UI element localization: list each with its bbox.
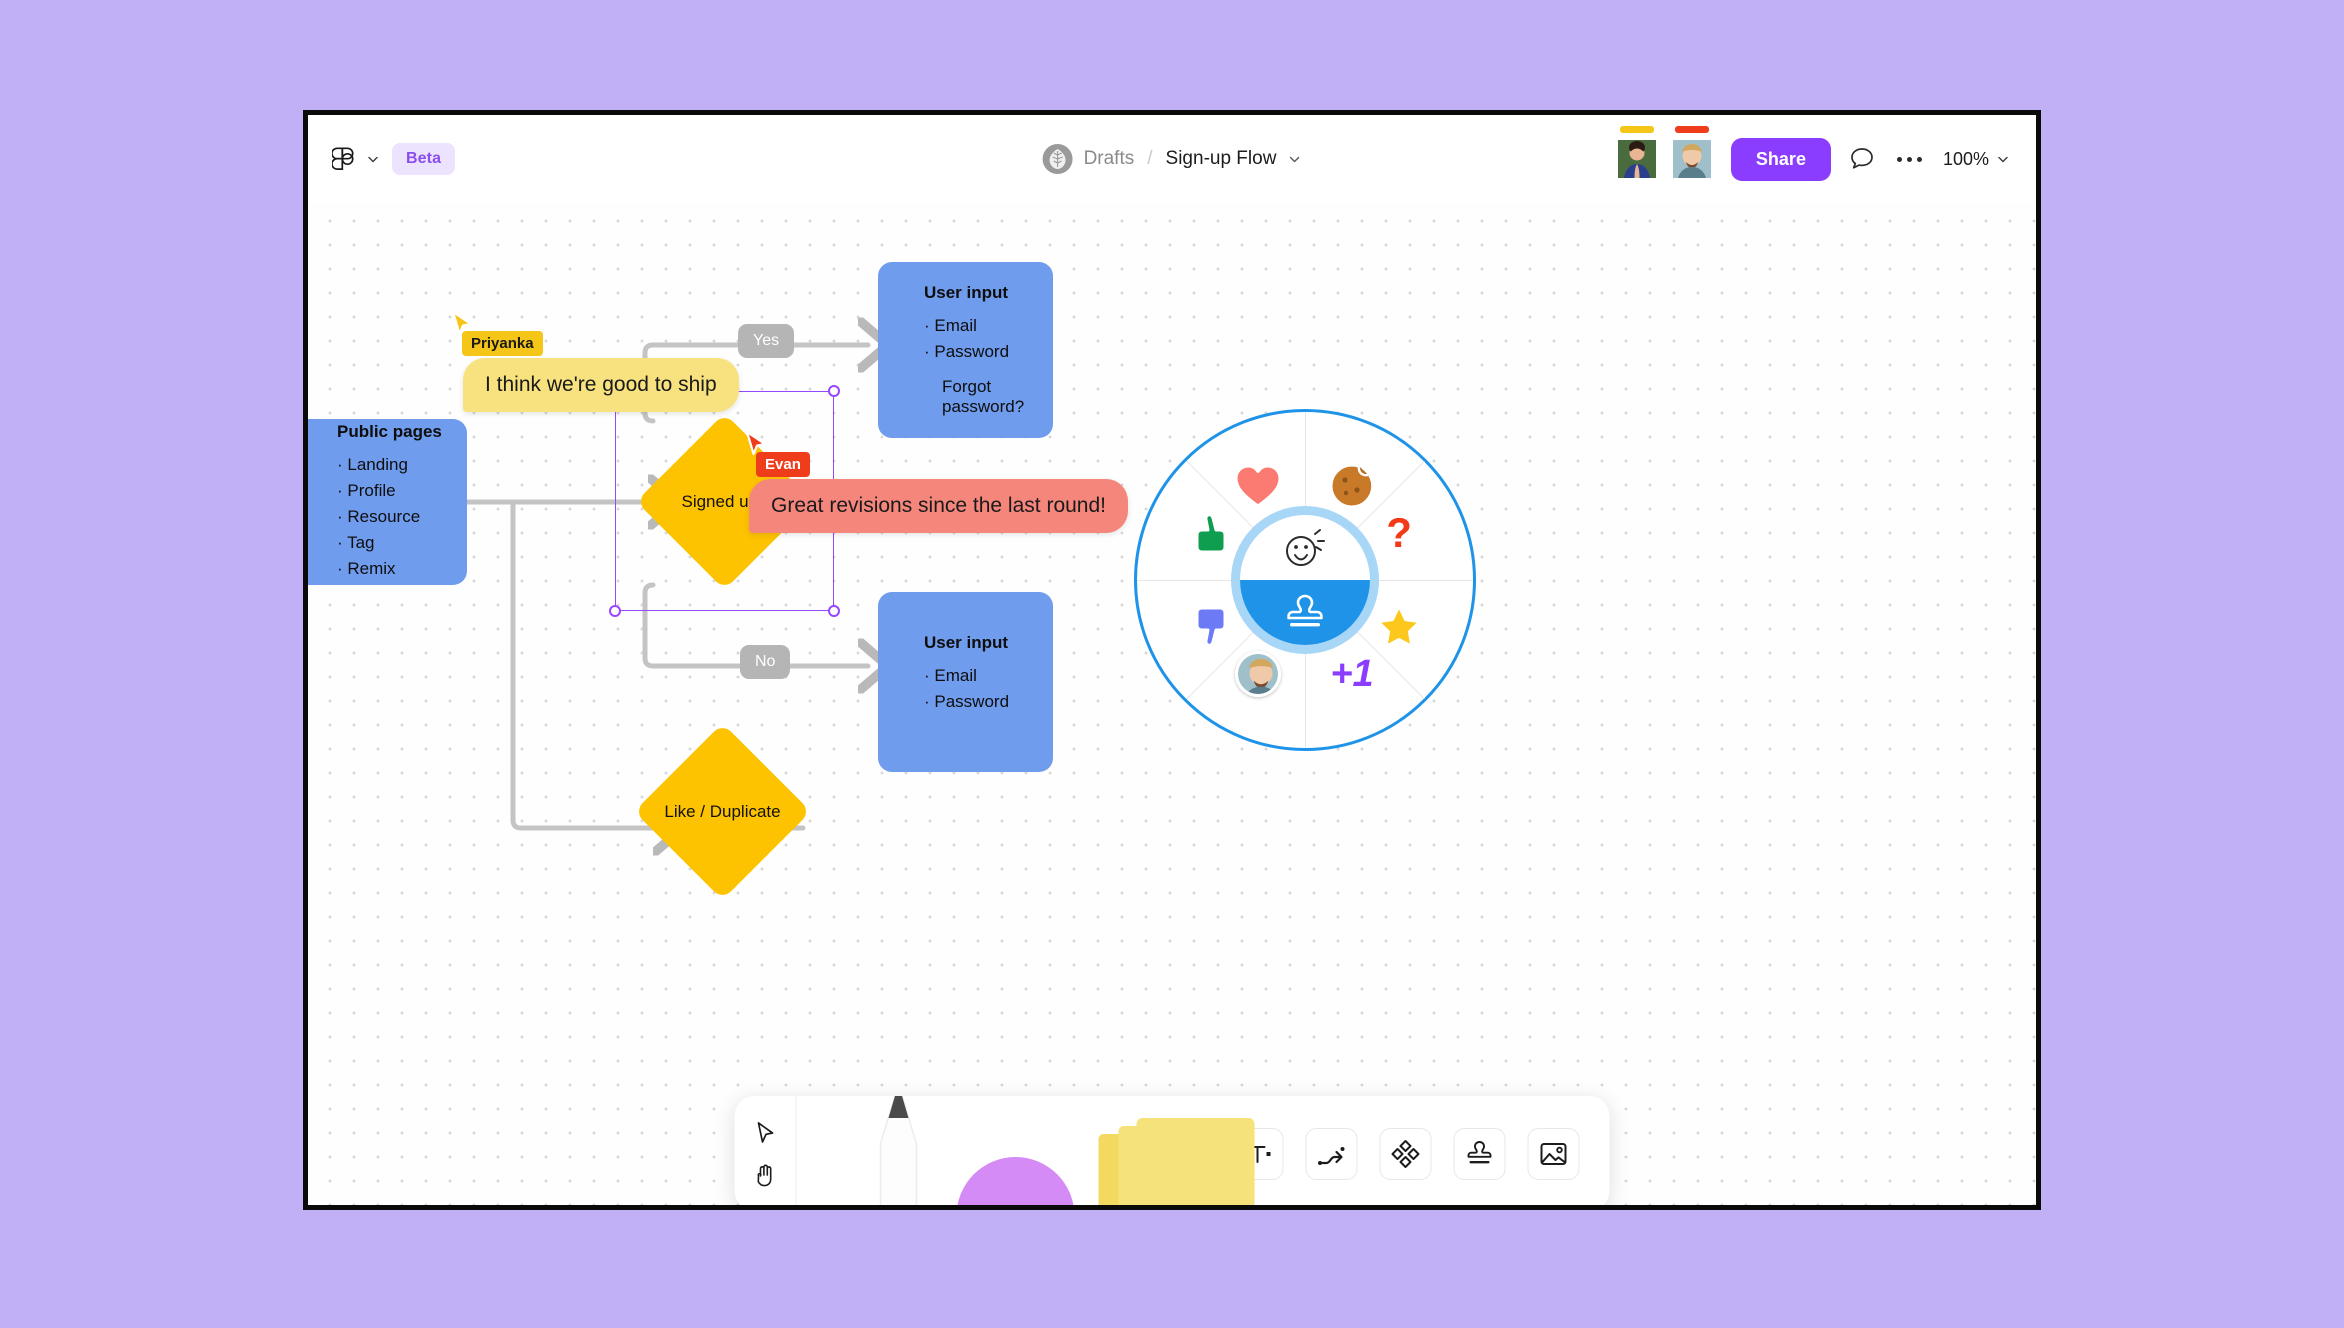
avatar[interactable] [1672, 126, 1711, 178]
more-options-icon[interactable] [1893, 156, 1926, 162]
hand-icon[interactable] [752, 1162, 778, 1188]
edge-label-yes[interactable]: Yes [738, 324, 795, 358]
list-item: Profile [337, 478, 420, 504]
connector-arrow-icon[interactable] [1305, 1127, 1358, 1180]
share-button[interactable]: Share [1730, 137, 1831, 181]
toolbar-creators [797, 1096, 1255, 1205]
node-title: User input [924, 633, 1009, 652]
list-item: Password [924, 689, 1009, 715]
reaction-wheel[interactable]: ? +1 [1134, 409, 1476, 751]
zoom-level-label: 100% [1942, 148, 1989, 169]
node-like-duplicate[interactable]: Like / Duplicate [634, 723, 811, 900]
node-user-input-bottom[interactable]: User input Email Password [878, 592, 1053, 772]
sticky-note-icon[interactable] [1097, 1112, 1257, 1205]
node-title: User input [924, 282, 1009, 302]
reaction-thumbs-down-icon[interactable] [1182, 598, 1240, 656]
list-item: Remix [337, 556, 420, 582]
node-public-pages[interactable]: Public pages Landing Profile Resource Ta… [308, 419, 467, 585]
leaf-avatar-icon [1042, 144, 1073, 174]
node-list: Landing Profile Resource Tag Remix [337, 452, 420, 581]
forgot-password-label[interactable]: Forgot password? [942, 377, 1053, 417]
list-item: Landing [337, 452, 420, 478]
stamp-tool-icon[interactable] [1453, 1127, 1506, 1180]
pen-tool-icon[interactable] [865, 1096, 933, 1205]
canvas[interactable]: Public pages Landing Profile Resource Ta… [308, 203, 2036, 1205]
breadcrumb-separator: / [1147, 148, 1153, 169]
cursor-arrow-icon[interactable] [752, 1120, 778, 1146]
reaction-wheel-center[interactable] [1231, 506, 1379, 654]
toolbar-modes [735, 1096, 797, 1205]
node-label: Like / Duplicate [664, 801, 781, 821]
topbar-right-group: Share 100% [1617, 115, 2010, 203]
list-item: Tag [337, 530, 420, 556]
breadcrumb-file-name[interactable]: Sign-up Flow [1166, 148, 1277, 170]
cursor-label-priyanka: Priyanka [462, 331, 543, 356]
comment-bubble-evan[interactable]: Great revisions since the last round! [749, 479, 1128, 533]
list-item: Password [924, 339, 1009, 365]
breadcrumb-project[interactable]: Drafts [1084, 148, 1135, 170]
avatar[interactable] [1617, 126, 1656, 178]
list-item: Resource [337, 504, 420, 530]
node-list: Email Password [924, 313, 1009, 365]
stamp-icon[interactable] [1240, 580, 1370, 645]
smiley-face-icon[interactable] [1240, 515, 1370, 580]
node-title: Public pages [337, 422, 442, 442]
comment-bubble-icon[interactable] [1848, 145, 1876, 173]
figjam-window: Beta Drafts / Sign-up Flow Share 100% Pu… [303, 110, 2041, 1210]
list-item: Email [924, 313, 1009, 339]
comment-bubble-priyanka[interactable]: I think we're good to ship [463, 358, 739, 412]
figma-logo-icon[interactable] [332, 143, 354, 175]
reaction-plus-one-icon[interactable]: +1 [1323, 645, 1381, 703]
node-user-input-top[interactable]: User input Email Password Forgot passwor… [878, 262, 1053, 438]
toolbar-icon-group [1224, 1096, 1610, 1205]
reaction-thumbs-up-icon[interactable] [1182, 504, 1240, 562]
chevron-down-icon[interactable] [1287, 152, 1301, 166]
topbar-left-group: Beta [332, 115, 456, 203]
circle-shape-icon[interactable] [956, 1157, 1075, 1205]
bottom-toolbar [734, 1096, 1610, 1205]
connector-layer [464, 203, 2036, 1205]
edge-label-no[interactable]: No [740, 645, 791, 679]
beta-badge: Beta [392, 143, 456, 175]
list-item: Email [924, 663, 1009, 689]
chevron-down-icon [1996, 152, 2010, 166]
node-list: Email Password [924, 663, 1009, 715]
chevron-down-icon[interactable] [366, 152, 380, 166]
zoom-control[interactable]: 100% [1943, 149, 2010, 170]
reaction-question-mark-icon[interactable]: ? [1370, 504, 1428, 562]
shapes-diamond-icon[interactable] [1379, 1127, 1432, 1180]
breadcrumb: Drafts / Sign-up Flow [1042, 115, 1302, 203]
cursor-label-evan: Evan [756, 452, 810, 477]
image-tool-icon[interactable] [1527, 1127, 1580, 1180]
top-toolbar: Beta Drafts / Sign-up Flow Share 100% [308, 115, 2036, 203]
